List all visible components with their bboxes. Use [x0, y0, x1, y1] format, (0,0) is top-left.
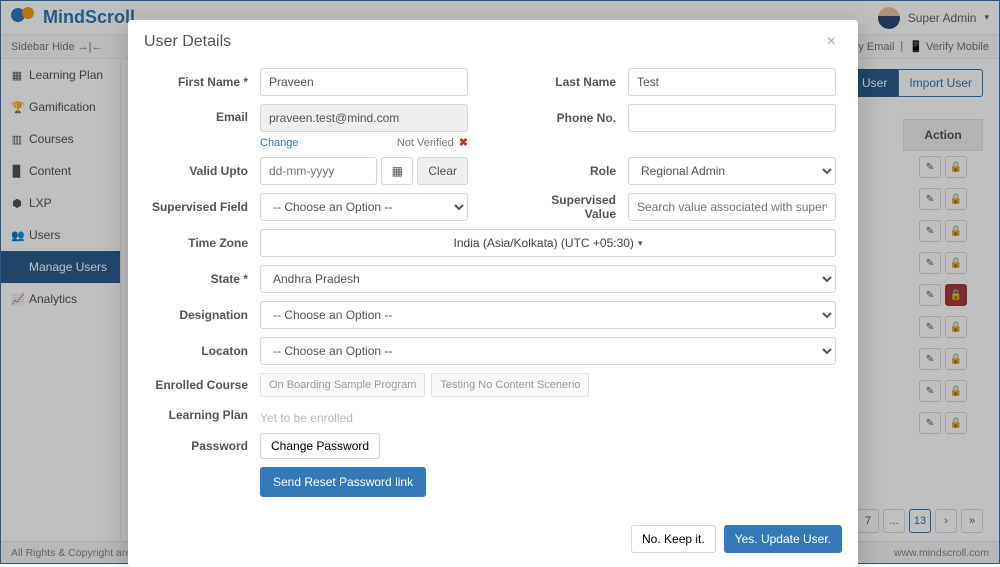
- enrolled-course-chip[interactable]: Testing No Content Scenerio: [431, 373, 589, 397]
- clear-date-button[interactable]: Clear: [417, 157, 468, 185]
- change-password-button[interactable]: Change Password: [260, 433, 380, 459]
- supervised-field-label: Supervised Field: [150, 200, 260, 214]
- supervised-field-select[interactable]: -- Choose an Option --: [260, 193, 468, 221]
- phone-label: Phone No.: [518, 111, 628, 125]
- modal-close-button[interactable]: ×: [821, 32, 842, 52]
- supervised-value-label: Supervised Value: [518, 193, 628, 221]
- role-select[interactable]: Regional Admin: [628, 157, 836, 185]
- calendar-icon[interactable]: ▦: [381, 157, 413, 185]
- not-verified-x-icon: ✖: [456, 137, 468, 149]
- email-label: Email: [150, 104, 260, 124]
- valid-upto-input[interactable]: [260, 157, 377, 185]
- enrolled-course-label: Enrolled Course: [150, 378, 260, 392]
- timezone-select[interactable]: India (Asia/Kolkata) (UTC +05:30) ▾: [260, 229, 836, 257]
- role-label: Role: [518, 164, 628, 178]
- location-label: Locaton: [150, 344, 260, 358]
- chevron-down-icon: ▾: [638, 238, 643, 249]
- user-details-modal: User Details × First Name * Last Name Em…: [128, 20, 858, 567]
- modal-body: First Name * Last Name Email Change Not …: [128, 64, 858, 515]
- learning-plan-empty: Yet to be enrolled: [260, 405, 353, 425]
- supervised-value-input[interactable]: [628, 193, 836, 221]
- modal-title: User Details: [144, 33, 231, 51]
- designation-select[interactable]: -- Choose an Option --: [260, 301, 836, 329]
- location-select[interactable]: -- Choose an Option --: [260, 337, 836, 365]
- email-not-verified-status: Not Verified ✖: [397, 136, 468, 149]
- modal-footer: No. Keep it. Yes. Update User.: [128, 515, 858, 567]
- cancel-button[interactable]: No. Keep it.: [631, 525, 716, 553]
- modal-header: User Details ×: [128, 20, 858, 64]
- update-user-button[interactable]: Yes. Update User.: [724, 525, 842, 553]
- last-name-label: Last Name: [518, 75, 628, 89]
- email-input: [260, 104, 468, 132]
- state-label: State *: [150, 272, 260, 286]
- change-email-link[interactable]: Change: [260, 137, 299, 149]
- enrolled-course-chip[interactable]: On Boarding Sample Program: [260, 373, 425, 397]
- valid-upto-label: Valid Upto: [150, 164, 260, 178]
- learning-plan-label: Learning Plan: [150, 408, 260, 422]
- state-select[interactable]: Andhra Pradesh: [260, 265, 836, 293]
- password-label: Password: [150, 439, 260, 453]
- first-name-label: First Name *: [150, 75, 260, 89]
- designation-label: Designation: [150, 308, 260, 322]
- first-name-input[interactable]: [260, 68, 468, 96]
- timezone-label: Time Zone: [150, 236, 260, 250]
- last-name-input[interactable]: [628, 68, 836, 96]
- send-reset-password-button[interactable]: Send Reset Password link: [260, 467, 426, 497]
- phone-input[interactable]: [628, 104, 836, 132]
